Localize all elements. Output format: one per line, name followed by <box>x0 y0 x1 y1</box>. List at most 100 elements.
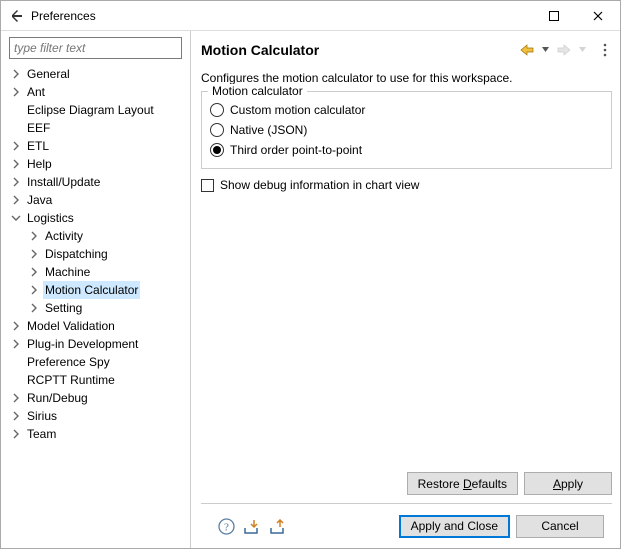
filter-input[interactable] <box>9 37 182 59</box>
tree-item-label: Eclipse Diagram Layout <box>25 101 156 119</box>
radio-icon[interactable] <box>210 143 224 157</box>
tree-item-label: Model Validation <box>25 317 117 335</box>
chevron-right-icon[interactable] <box>9 409 23 423</box>
tree-item-label: Help <box>25 155 54 173</box>
debug-checkbox[interactable] <box>201 179 214 192</box>
chevron-right-icon[interactable] <box>9 391 23 405</box>
tree-item-label: Plug-in Development <box>25 335 140 353</box>
footer-buttons: Apply and Close Cancel <box>399 515 604 538</box>
tree-item-label: Logistics <box>25 209 76 227</box>
titlebar: Preferences <box>1 1 620 31</box>
tree-item[interactable]: Sirius <box>9 407 186 425</box>
tree-item[interactable]: Setting <box>27 299 186 317</box>
tree-item[interactable]: Motion Calculator <box>27 281 186 299</box>
tree-item-label: ETL <box>25 137 51 155</box>
chevron-right-icon[interactable] <box>9 337 23 351</box>
radio-icon[interactable] <box>210 103 224 117</box>
tree-item[interactable]: Logistics <box>9 209 186 227</box>
tree-item[interactable]: Plug-in Development <box>9 335 186 353</box>
apply-and-close-button[interactable]: Apply and Close <box>399 515 510 538</box>
main-panel: Motion Calculator <box>191 31 620 548</box>
chevron-right-icon[interactable] <box>27 229 41 243</box>
back-button[interactable] <box>518 44 536 56</box>
chevron-right-icon[interactable] <box>27 283 41 297</box>
tree-item-label: General <box>25 65 72 83</box>
tree-item[interactable]: RCPTT Runtime <box>9 371 186 389</box>
back-dropdown-icon[interactable] <box>540 47 551 53</box>
tree-item-label: Install/Update <box>25 173 102 191</box>
page-title: Motion Calculator <box>201 42 518 58</box>
chevron-down-icon[interactable] <box>9 211 23 225</box>
maximize-button[interactable] <box>532 1 576 30</box>
filter-box <box>9 37 182 59</box>
tree-item[interactable]: Dispatching <box>27 245 186 263</box>
cancel-button[interactable]: Cancel <box>516 515 604 538</box>
radio-label: Native (JSON) <box>230 123 307 137</box>
preferences-tree[interactable]: GeneralAntEclipse Diagram LayoutEEFETLHe… <box>5 65 186 548</box>
chevron-right-icon[interactable] <box>9 175 23 189</box>
debug-checkbox-row[interactable]: Show debug information in chart view <box>201 175 612 195</box>
chevron-right-icon[interactable] <box>9 157 23 171</box>
help-icon[interactable]: ? <box>217 517 235 535</box>
radio-label: Custom motion calculator <box>230 103 365 117</box>
tree-item[interactable]: Java <box>9 191 186 209</box>
tree-item[interactable]: Model Validation <box>9 317 186 335</box>
tree-item-label: EEF <box>25 119 52 137</box>
tree-item-label: Activity <box>43 227 85 245</box>
chevron-right-icon[interactable] <box>9 319 23 333</box>
radio-option[interactable]: Third order point-to-point <box>210 140 603 160</box>
app-icon <box>9 8 25 24</box>
footer-icons: ? <box>217 517 287 535</box>
tree-item[interactable]: Team <box>9 425 186 443</box>
page-header: Motion Calculator <box>201 37 612 63</box>
tree-item-label: Ant <box>25 83 47 101</box>
tree-item[interactable]: General <box>9 65 186 83</box>
tree-item[interactable]: Run/Debug <box>9 389 186 407</box>
chevron-right-icon[interactable] <box>27 247 41 261</box>
tree-item-label: Dispatching <box>43 245 110 263</box>
chevron-right-icon[interactable] <box>9 427 23 441</box>
tree-item-label: Java <box>25 191 54 209</box>
chevron-right-icon[interactable] <box>27 301 41 315</box>
motion-calculator-group: Motion calculator Custom motion calculat… <box>201 91 612 169</box>
tree-item[interactable]: Help <box>9 155 186 173</box>
chevron-right-icon[interactable] <box>9 67 23 81</box>
tree-item-label: Run/Debug <box>25 389 90 407</box>
tree-item-label: Preference Spy <box>25 353 112 371</box>
radio-icon[interactable] <box>210 123 224 137</box>
preferences-window: Preferences GeneralAntEclipse Diagram La… <box>0 0 621 549</box>
body: GeneralAntEclipse Diagram LayoutEEFETLHe… <box>1 31 620 548</box>
restore-defaults-button[interactable]: Restore Defaults <box>407 472 518 495</box>
group-legend: Motion calculator <box>208 84 307 98</box>
window-title: Preferences <box>31 9 532 23</box>
page-buttons: Restore Defaults Apply <box>201 466 612 504</box>
sidebar: GeneralAntEclipse Diagram LayoutEEFETLHe… <box>1 31 191 548</box>
chevron-right-icon[interactable] <box>9 85 23 99</box>
tree-item-label: RCPTT Runtime <box>25 371 117 389</box>
forward-button[interactable] <box>555 44 573 56</box>
import-icon[interactable] <box>243 517 261 535</box>
export-icon[interactable] <box>269 517 287 535</box>
radio-option[interactable]: Native (JSON) <box>210 120 603 140</box>
close-button[interactable] <box>576 1 620 30</box>
tree-item[interactable]: EEF <box>9 119 186 137</box>
tree-item[interactable]: Machine <box>27 263 186 281</box>
svg-text:?: ? <box>224 521 229 533</box>
nav-toolbar <box>518 43 612 57</box>
chevron-right-icon[interactable] <box>9 193 23 207</box>
apply-button[interactable]: Apply <box>524 472 612 495</box>
tree-item[interactable]: Activity <box>27 227 186 245</box>
forward-dropdown-icon[interactable] <box>577 47 588 53</box>
chevron-right-icon[interactable] <box>27 265 41 279</box>
tree-item[interactable]: Ant <box>9 83 186 101</box>
tree-item[interactable]: Eclipse Diagram Layout <box>9 101 186 119</box>
tree-item[interactable]: Install/Update <box>9 173 186 191</box>
chevron-right-icon[interactable] <box>9 139 23 153</box>
radio-label: Third order point-to-point <box>230 143 362 157</box>
tree-item-label: Team <box>25 425 58 443</box>
dialog-footer: ? Apply and Close Cancel <box>201 504 612 548</box>
radio-option[interactable]: Custom motion calculator <box>210 100 603 120</box>
view-menu-icon[interactable] <box>598 43 612 57</box>
tree-item[interactable]: Preference Spy <box>9 353 186 371</box>
tree-item[interactable]: ETL <box>9 137 186 155</box>
